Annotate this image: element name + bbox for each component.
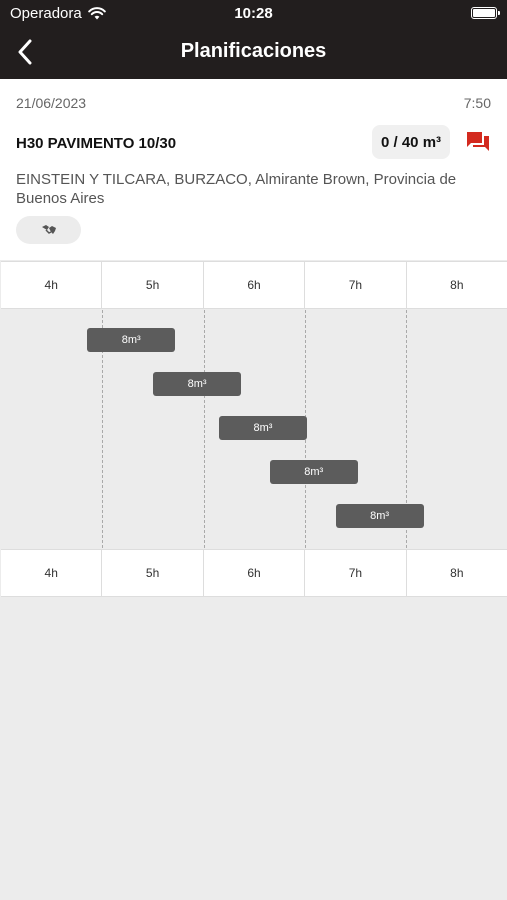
load-bar[interactable]: 8m³	[269, 460, 358, 484]
top-bar: Operadora 10:28 Planificaciones	[0, 0, 507, 79]
chat-button[interactable]	[466, 131, 492, 155]
load-bar[interactable]: 8m³	[87, 328, 176, 352]
load-bar[interactable]: 8m³	[153, 372, 242, 396]
order-date: 21/06/2023	[16, 95, 87, 111]
hour-label: 8h	[450, 566, 464, 580]
timeline-grid: 8m³ 8m³ 8m³ 8m³ 8m³	[0, 310, 507, 548]
handshake-button[interactable]	[16, 216, 81, 244]
hour-gridline	[204, 310, 205, 548]
order-card: 21/06/2023 7:50 H30 PAVIMENTO 10/30 0 / …	[0, 79, 507, 260]
status-time: 10:28	[234, 5, 273, 22]
timeline-header-bottom: 4h 5h 6h 7h 8h	[1, 549, 507, 597]
chat-icon	[467, 132, 489, 151]
hour-label: 5h	[102, 262, 204, 308]
hour-label: 4h	[1, 262, 103, 308]
hour-label: 6h	[204, 262, 306, 308]
hour-label: 5h	[102, 550, 204, 596]
timeline-header-top: 4h 5h 6h 7h 8h	[1, 261, 507, 309]
volume-badge: 0 / 40 m³	[372, 125, 451, 159]
load-bar[interactable]: 8m³	[219, 416, 307, 440]
hour-label: 7h	[305, 550, 407, 596]
order-hour: 7:50	[463, 95, 491, 111]
load-bar[interactable]: 8m³	[335, 504, 424, 528]
hour-label: 6h	[204, 550, 306, 596]
page-title: Planificaciones	[180, 40, 327, 62]
hour-label: 4h	[1, 550, 103, 596]
product-name: H30 PAVIMENTO 10/30	[16, 135, 177, 152]
hour-label: 7h	[305, 262, 407, 308]
handshake-icon	[41, 225, 56, 234]
hour-label: 8h	[450, 278, 464, 292]
order-address: EINSTEIN Y TILCARA, BURZACO, Almirante B…	[16, 171, 457, 207]
battery-icon	[471, 7, 500, 19]
volume-value: 0 / 40 m³	[381, 133, 442, 151]
